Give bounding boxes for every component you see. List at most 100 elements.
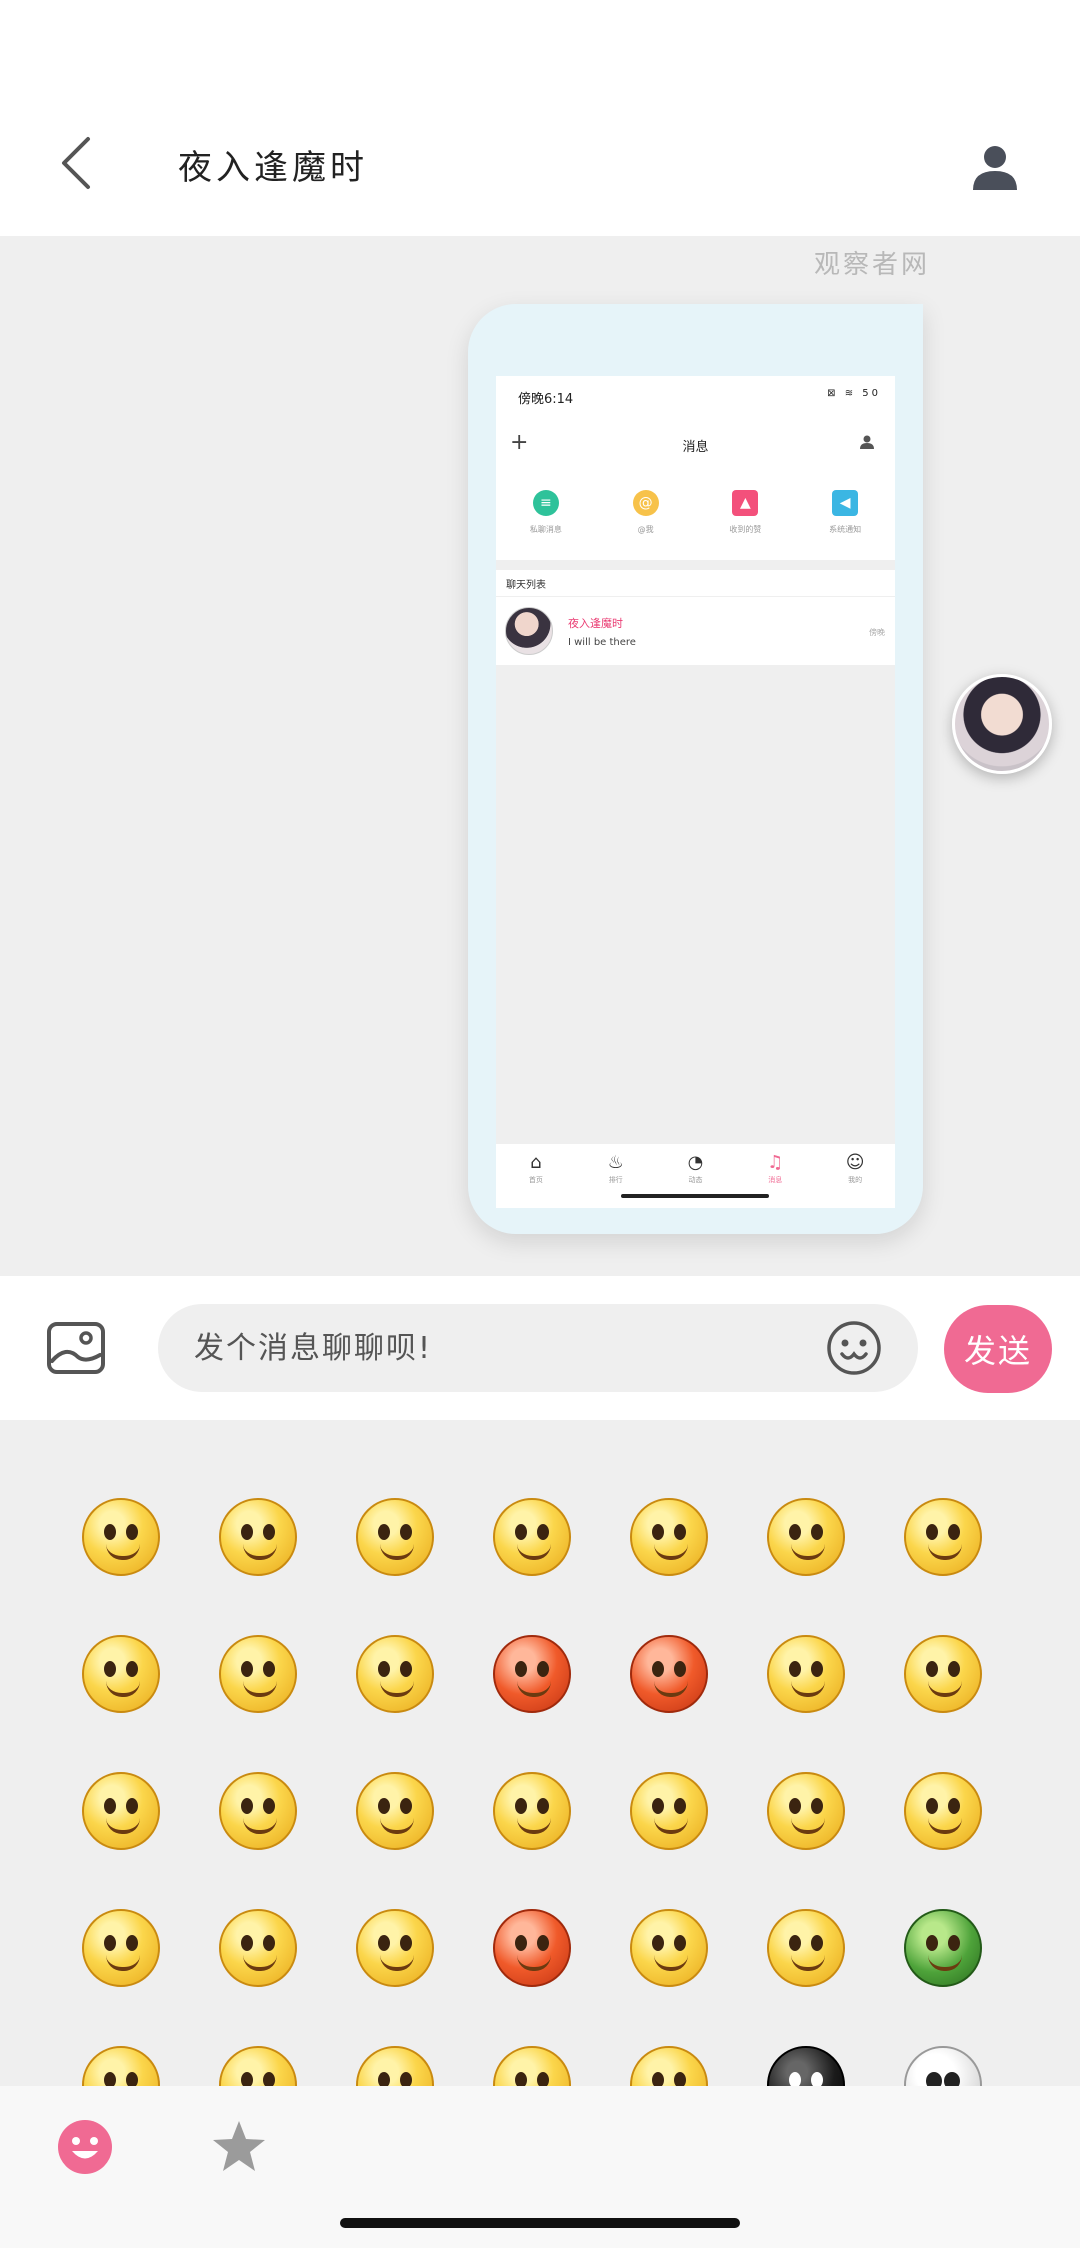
emoji-tongue[interactable] bbox=[737, 1605, 874, 1742]
emoji-happy[interactable] bbox=[874, 1742, 1011, 1879]
beam-icon bbox=[766, 1908, 845, 1987]
sender-avatar[interactable] bbox=[952, 674, 1052, 774]
emoji-dizzy[interactable] bbox=[600, 2016, 737, 2086]
speaker-icon: ◀ bbox=[832, 490, 859, 516]
emoji-frown[interactable] bbox=[189, 1742, 326, 1879]
emoji-sleepy[interactable] bbox=[189, 1605, 326, 1742]
emoji-grin[interactable] bbox=[874, 1605, 1011, 1742]
confused-icon bbox=[218, 1908, 297, 1987]
emoji-blush[interactable] bbox=[326, 1742, 463, 1879]
mischief-icon bbox=[218, 2045, 297, 2086]
phone-chat-message: I will be there bbox=[568, 637, 636, 648]
user-icon bbox=[860, 435, 874, 449]
sick-icon bbox=[629, 1771, 708, 1850]
phone-tab-label: 消息 bbox=[768, 1176, 783, 1184]
emoji-panic[interactable] bbox=[463, 1879, 600, 2016]
emoji-question[interactable] bbox=[326, 2016, 463, 2086]
emoji-laugh[interactable] bbox=[463, 1742, 600, 1879]
phone-tab-label: 动态 bbox=[688, 1176, 703, 1184]
emoji-beam[interactable] bbox=[737, 1879, 874, 2016]
furious-icon bbox=[629, 1634, 708, 1713]
glare-icon bbox=[903, 1497, 982, 1576]
emoji-panel bbox=[0, 1420, 1080, 2086]
thumbs-up-icon: ▲ bbox=[732, 490, 759, 516]
phone-tab-me: ☺ 我的 bbox=[815, 1144, 895, 1208]
quick-action-likes: ▲ 收到的赞 bbox=[696, 474, 796, 560]
screenshot-image: 傍晚6:14 ⊠ ≋ 50 + 消息 ≡ 私聊消息 @ @我 ▲ 收到的赞 ◀ … bbox=[496, 376, 895, 1208]
helmet-icon bbox=[903, 1908, 982, 1987]
image-icon bbox=[47, 1322, 105, 1374]
watermark: 观察者网 bbox=[814, 250, 931, 280]
phone-tab-messages: ♫ 消息 bbox=[735, 1144, 815, 1208]
emoji-grid bbox=[52, 1468, 1011, 2086]
sleepy-icon bbox=[218, 1634, 297, 1713]
phone-list-header: 聊天列表 bbox=[496, 570, 895, 596]
emoji-shocked[interactable] bbox=[463, 1468, 600, 1605]
emoji-sick[interactable] bbox=[600, 1742, 737, 1879]
quiet-icon bbox=[492, 2045, 571, 2086]
emoji-mischief[interactable] bbox=[189, 2016, 326, 2086]
emoji-helmet[interactable] bbox=[874, 1879, 1011, 2016]
phone-tab-label: 我的 bbox=[848, 1176, 863, 1184]
bell-icon: ♫ bbox=[767, 1152, 784, 1173]
profile-button[interactable] bbox=[960, 132, 1030, 202]
emoji-furious[interactable] bbox=[600, 1605, 737, 1742]
emoji-hand-mouth[interactable] bbox=[737, 1742, 874, 1879]
phone-tab-feed: ◔ 动态 bbox=[656, 1144, 736, 1208]
panic-icon bbox=[492, 1908, 571, 1987]
shocked-icon bbox=[492, 1497, 571, 1576]
smile-icon bbox=[81, 1497, 160, 1576]
emoji-smile[interactable] bbox=[52, 1468, 189, 1605]
emoji-sweat[interactable] bbox=[600, 1879, 737, 2016]
crying-icon bbox=[766, 1497, 845, 1576]
emoji-angry-red[interactable] bbox=[463, 1605, 600, 1742]
emoji-heart-eyes[interactable] bbox=[326, 1468, 463, 1605]
phone-tab-home: ⌂ 首页 bbox=[496, 1144, 576, 1208]
home-icon: ⌂ bbox=[530, 1152, 542, 1173]
tab-emoji[interactable] bbox=[56, 2116, 114, 2178]
tears-laugh-icon bbox=[355, 1634, 434, 1713]
emoji-quiet[interactable] bbox=[463, 2016, 600, 2086]
emoji-skull[interactable] bbox=[874, 2016, 1011, 2086]
back-button[interactable] bbox=[44, 128, 108, 198]
phone-home-indicator bbox=[621, 1194, 769, 1198]
image-message-bubble[interactable]: 傍晚6:14 ⊠ ≋ 50 + 消息 ≡ 私聊消息 @ @我 ▲ 收到的赞 ◀ … bbox=[468, 304, 923, 1234]
emoji-wow[interactable] bbox=[52, 1879, 189, 2016]
emoji-cool[interactable] bbox=[600, 1468, 737, 1605]
emoji-confused[interactable] bbox=[189, 1879, 326, 2016]
emoji-tears-laugh[interactable] bbox=[326, 1605, 463, 1742]
emoji-wobbly[interactable] bbox=[189, 1468, 326, 1605]
quick-action-mention: @ @我 bbox=[596, 474, 696, 560]
bandana-icon bbox=[81, 2045, 160, 2086]
input-bar: 发送 bbox=[0, 1276, 1080, 1420]
chat-area[interactable]: 观察者网 傍晚6:14 ⊠ ≋ 50 + 消息 ≡ 私聊消息 @ @我 ▲ 收到… bbox=[0, 236, 1080, 1276]
header: 夜入逢魔时 bbox=[0, 0, 1080, 236]
phone-tab-label: 首页 bbox=[528, 1176, 543, 1184]
avatar bbox=[505, 607, 553, 655]
emoji-button[interactable] bbox=[822, 1316, 886, 1380]
image-picker-button[interactable] bbox=[44, 1318, 108, 1378]
send-button[interactable]: 发送 bbox=[944, 1305, 1052, 1393]
star-icon bbox=[213, 2121, 265, 2171]
message-input[interactable] bbox=[158, 1304, 918, 1392]
wow-icon bbox=[81, 1908, 160, 1987]
phone-chat-item: 夜入逢魔时 I will be there 傍晚 bbox=[496, 597, 895, 665]
emoji-surprised[interactable] bbox=[52, 1742, 189, 1879]
heart-eyes-icon bbox=[355, 1497, 434, 1576]
cool-icon bbox=[629, 1497, 708, 1576]
phone-status-bar: 傍晚6:14 ⊠ ≋ 50 bbox=[496, 376, 895, 416]
emoji-eye-roll[interactable] bbox=[326, 1879, 463, 2016]
page-title: 夜入逢魔时 bbox=[178, 148, 368, 188]
emoji-crying[interactable] bbox=[737, 1468, 874, 1605]
chevron-left-icon bbox=[62, 137, 90, 189]
emoji-shush[interactable] bbox=[52, 1605, 189, 1742]
quick-action-label: 收到的赞 bbox=[729, 525, 762, 534]
tab-favorites[interactable] bbox=[208, 2116, 270, 2178]
home-indicator bbox=[340, 2218, 740, 2228]
phone-tab-bar: ⌂ 首页 ♨ 排行 ◔ 动态 ♫ 消息 ☺ 我的 bbox=[496, 1144, 895, 1208]
emoji-bandana[interactable] bbox=[52, 2016, 189, 2086]
emoji-glare[interactable] bbox=[874, 1468, 1011, 1605]
emoji-panel-tabs bbox=[0, 2086, 1080, 2248]
skull-icon bbox=[903, 2045, 982, 2086]
emoji-black-cat[interactable] bbox=[737, 2016, 874, 2086]
